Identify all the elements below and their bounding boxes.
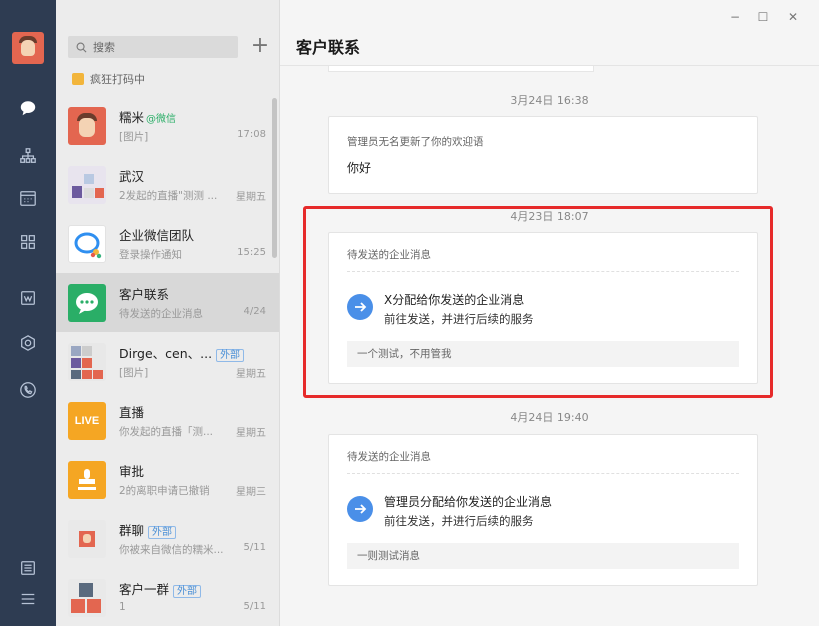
message-line-1: 管理员分配给你发送的企业消息 (384, 495, 553, 509)
conversation-item[interactable]: 武汉 2发起的直播"测测 ... 星期五 (56, 155, 279, 214)
conversation-preview: 2的离职申请已撤销 (119, 485, 210, 497)
pending-message-card[interactable]: 待发送的企业消息 X分配给你发送的企业消息 前往发送，并进行后续的服务 一个测试… (328, 232, 758, 384)
message-timestamp: 3月24日 16:38 (510, 94, 589, 107)
menu-icon[interactable] (18, 589, 38, 609)
cube-icon[interactable] (18, 333, 38, 353)
user-avatar[interactable] (12, 32, 44, 64)
arrow-right-icon[interactable] (347, 294, 373, 320)
search-icon (76, 42, 87, 52)
live-avatar: LIVE (68, 402, 106, 440)
conversation-item[interactable]: 群聊 外部 你被来自微信的糯米... 5/11 (56, 509, 279, 568)
conversation-time: 星期五 (236, 192, 266, 203)
conversation-name: 直播 (119, 405, 145, 420)
group-avatar (68, 520, 106, 558)
conversation-time: 17:08 (237, 129, 266, 140)
divider (347, 271, 739, 272)
maximize-button[interactable]: ☐ (755, 10, 771, 24)
search-input[interactable]: 搜索 (68, 36, 238, 58)
card-title: 待发送的企业消息 (347, 249, 431, 261)
message-line-2[interactable]: 前往发送，并进行后续的服务 (384, 311, 534, 327)
wechat-tag: @微信 (146, 114, 177, 125)
conversation-name: 客户联系 (119, 287, 170, 302)
conversation-preview: 你被来自微信的糯米... (119, 544, 224, 556)
conversation-preview: [图片] (119, 131, 149, 143)
pending-message-card[interactable]: 待发送的企业消息 管理员分配给你发送的企业消息 前往发送，并进行后续的服务 一则… (328, 434, 758, 586)
conversation-preview: 1 (119, 601, 126, 613)
conversation-name: 武汉 (119, 169, 145, 184)
list-scrollbar[interactable] (272, 98, 277, 258)
conversation-preview: [图片] (119, 367, 149, 379)
conversation-time: 星期五 (236, 369, 266, 380)
chat-title: 客户联系 (296, 38, 361, 57)
conversation-name: Dirge、cen、... (119, 346, 213, 361)
group-avatar (68, 343, 106, 381)
conversation-time: 5/11 (243, 542, 266, 553)
nav-rail (0, 0, 56, 626)
arrow-right-icon[interactable] (347, 496, 373, 522)
customer-contact-avatar (68, 284, 106, 322)
group-avatar (68, 166, 106, 204)
minimize-button[interactable]: − (727, 10, 743, 24)
doc-icon[interactable] (18, 288, 38, 308)
conversation-item[interactable]: 审批 2的离职申请已撤销 星期三 (56, 450, 279, 509)
message-title: 管理员无名更新了你的欢迎语 (347, 136, 484, 148)
chat-pane: 客户联系 − ☐ ✕ 3月24日 16:38 管理员无名更新了你的欢迎语 你好 … (280, 0, 819, 626)
message-body: 你好 (347, 161, 372, 175)
conversation-time: 星期五 (236, 428, 266, 439)
conversation-item[interactable]: 客户一群 外部 1 5/11 (56, 568, 279, 626)
settings-list-icon[interactable] (18, 558, 38, 578)
message-icon[interactable] (18, 98, 38, 118)
add-button[interactable]: + (249, 34, 271, 58)
conversation-item[interactable]: 糯米 @微信 [图片] 17:08 (56, 96, 279, 155)
conversation-preview: 你发起的直播「测... (119, 426, 214, 438)
phone-icon[interactable] (18, 380, 38, 400)
close-button[interactable]: ✕ (785, 10, 801, 24)
conversation-name: 客户一群 (119, 582, 170, 597)
conversation-name: 糯米 (119, 110, 145, 125)
message-timestamp: 4月24日 19:40 (510, 411, 589, 424)
external-tag: 外部 (173, 585, 202, 598)
conversation-time: 星期三 (236, 487, 266, 498)
conversation-item[interactable]: 企业微信团队 登录操作通知 15:25 (56, 214, 279, 273)
status-text: 疯狂打码中 (90, 73, 145, 86)
message-line-2[interactable]: 前往发送，并进行后续的服务 (384, 513, 534, 529)
conversation-list: 搜索 + 疯狂打码中 糯米 @微信 [图片] 17:08 武汉 2发起的直播"测… (56, 0, 280, 626)
conversation-name: 企业微信团队 (119, 228, 195, 243)
conversation-name: 审批 (119, 464, 145, 479)
avatar (68, 107, 106, 145)
chat-header: 客户联系 − ☐ ✕ (280, 0, 819, 66)
group-avatar (68, 579, 106, 617)
live-badge: LIVE (74, 415, 100, 427)
external-tag: 外部 (216, 349, 245, 362)
conversation-item[interactable]: LIVE 直播 你发起的直播「测... 星期五 (56, 391, 279, 450)
previous-message-edge (328, 66, 594, 72)
message-note: 一则测试消息 (347, 543, 739, 569)
divider (347, 473, 739, 474)
conversation-preview: 登录操作通知 (119, 249, 182, 261)
wecom-team-avatar (68, 225, 106, 263)
apps-grid-icon[interactable] (18, 232, 38, 252)
conversation-preview: 2发起的直播"测测 ... (119, 190, 218, 202)
conversation-time: 5/11 (243, 601, 266, 612)
welcome-message-card: 管理员无名更新了你的欢迎语 你好 (328, 116, 758, 194)
conversation-item-active[interactable]: 客户联系 待发送的企业消息 4/24 (56, 273, 279, 332)
conversation-preview: 待发送的企业消息 (119, 308, 203, 320)
app-window: 搜索 + 疯狂打码中 糯米 @微信 [图片] 17:08 武汉 2发起的直播"测… (0, 0, 819, 626)
status-line[interactable]: 疯狂打码中 (72, 71, 145, 87)
conversation-time: 15:25 (237, 247, 266, 258)
search-placeholder: 搜索 (93, 41, 115, 54)
status-icon (72, 73, 84, 85)
message-timestamp: 4月23日 18:07 (510, 210, 589, 223)
message-line-1: X分配给你发送的企业消息 (384, 293, 525, 307)
conversation-time: 4/24 (243, 306, 266, 317)
conversation-name: 群聊 (119, 523, 145, 538)
approval-avatar (68, 461, 106, 499)
org-chart-icon[interactable] (18, 146, 38, 166)
message-note: 一个测试，不用管我 (347, 341, 739, 367)
calendar-icon[interactable] (18, 188, 38, 208)
card-title: 待发送的企业消息 (347, 451, 431, 463)
conversation-item[interactable]: Dirge、cen、... 外部 [图片] 星期五 (56, 332, 279, 391)
external-tag: 外部 (148, 526, 177, 539)
